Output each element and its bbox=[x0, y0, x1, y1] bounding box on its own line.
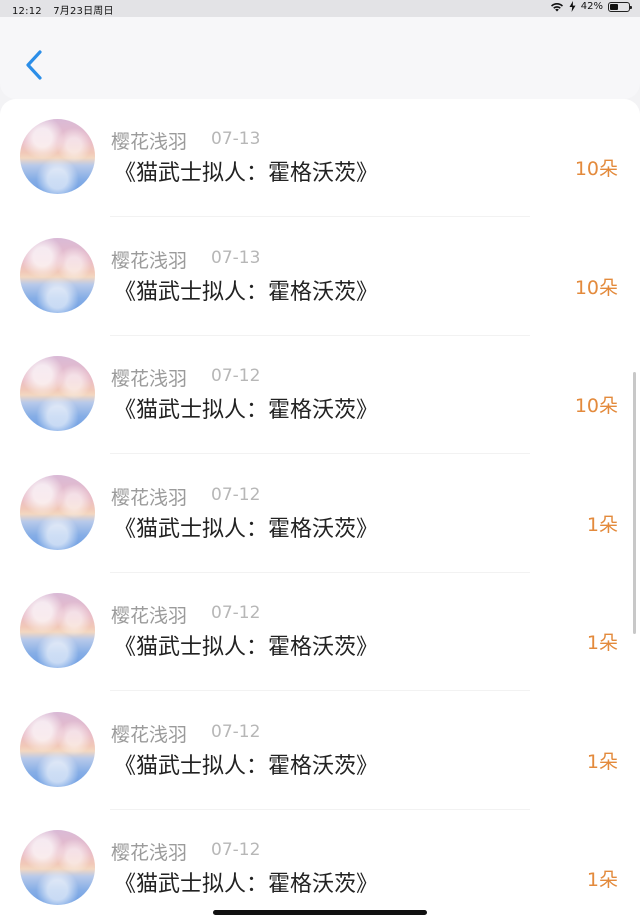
user-name: 樱花浅羽 bbox=[111, 131, 188, 153]
user-name: 樱花浅羽 bbox=[111, 249, 188, 272]
avatar[interactable] bbox=[20, 119, 95, 194]
record-date: 07-13 bbox=[211, 129, 261, 149]
status-date: 7月23日周日 bbox=[53, 6, 114, 17]
gift-record-list: 樱花浅羽 07-13 《猫武士拟人：霍格沃茨》 10朵 樱花浅羽 07-13 《猫武士拟人：… bbox=[0, 99, 640, 921]
status-left: 12:12 7月23日周日 bbox=[12, 2, 122, 17]
list-item[interactable]: 樱花浅羽 07-12 《猫武士拟人：霍格沃茨》 1朵 bbox=[0, 455, 640, 573]
list-item[interactable]: 樱花浅羽 07-13 《猫武士拟人：霍格沃茨》 10朵 bbox=[0, 99, 640, 217]
user-name: 樱花浅羽 bbox=[111, 368, 188, 390]
chevron-left-icon bbox=[26, 50, 42, 80]
nav-bar bbox=[0, 17, 640, 99]
avatar[interactable] bbox=[20, 237, 95, 313]
list-item[interactable]: 樱花浅羽 07-12 《猫武士拟人：霍格沃茨》 1朵 bbox=[0, 810, 640, 921]
status-time: 12:12 bbox=[12, 6, 42, 17]
work-title: 《猫武士拟人：霍格沃茨》 bbox=[114, 516, 379, 542]
flower-amount: 1朵 bbox=[586, 513, 618, 536]
list-item[interactable]: 樱花浅羽 07-12 《猫武士拟人：霍格沃茨》 10朵 bbox=[0, 336, 640, 454]
avatar[interactable] bbox=[20, 711, 95, 787]
flower-amount: 1朵 bbox=[586, 632, 618, 654]
list-item[interactable]: 樱花浅羽 07-13 《猫武士拟人：霍格沃茨》 10朵 bbox=[0, 218, 640, 336]
work-title: 《猫武士拟人：霍格沃茨》 bbox=[114, 872, 379, 897]
work-title: 《猫武士拟人：霍格沃茨》 bbox=[114, 635, 379, 660]
flower-amount: 1朵 bbox=[586, 869, 618, 891]
avatar[interactable] bbox=[20, 593, 95, 668]
record-date: 07-12 bbox=[211, 366, 261, 386]
work-title: 《猫武士拟人：霍格沃茨》 bbox=[114, 753, 379, 779]
battery-icon bbox=[608, 1, 632, 12]
list-item[interactable]: 樱花浅羽 07-12 《猫武士拟人：霍格沃茨》 1朵 bbox=[0, 692, 640, 810]
home-indicator[interactable] bbox=[213, 910, 427, 915]
avatar[interactable] bbox=[20, 356, 95, 431]
flower-amount: 10朵 bbox=[574, 395, 618, 417]
record-date: 07-13 bbox=[211, 247, 261, 268]
user-name: 樱花浅羽 bbox=[111, 723, 188, 746]
record-date: 07-12 bbox=[211, 603, 261, 623]
battery-percent: 42% bbox=[580, 1, 603, 12]
back-button[interactable] bbox=[18, 45, 54, 85]
flower-amount: 10朵 bbox=[574, 276, 618, 299]
avatar[interactable] bbox=[20, 830, 95, 905]
record-date: 07-12 bbox=[211, 840, 261, 860]
wifi-icon bbox=[550, 3, 563, 12]
user-name: 樱花浅羽 bbox=[111, 842, 188, 864]
record-date: 07-12 bbox=[211, 721, 261, 742]
user-name: 樱花浅羽 bbox=[111, 605, 188, 627]
record-date: 07-12 bbox=[211, 484, 261, 505]
work-title: 《猫武士拟人：霍格沃茨》 bbox=[114, 279, 379, 305]
list-item[interactable]: 樱花浅羽 07-12 《猫武士拟人：霍格沃茨》 1朵 bbox=[0, 573, 640, 691]
status-right: 42% bbox=[550, 1, 632, 12]
charging-bolt-icon bbox=[569, 1, 576, 12]
avatar[interactable] bbox=[20, 474, 95, 550]
status-bar: 12:12 7月23日周日 42% bbox=[0, 0, 640, 17]
flower-amount: 1朵 bbox=[586, 750, 618, 773]
work-title: 《猫武士拟人：霍格沃茨》 bbox=[114, 161, 379, 186]
flower-amount: 10朵 bbox=[574, 158, 618, 180]
user-name: 樱花浅羽 bbox=[111, 486, 188, 509]
battery-fill bbox=[610, 3, 618, 10]
scrollbar[interactable] bbox=[633, 372, 636, 634]
work-title: 《猫武士拟人：霍格沃茨》 bbox=[114, 398, 379, 423]
